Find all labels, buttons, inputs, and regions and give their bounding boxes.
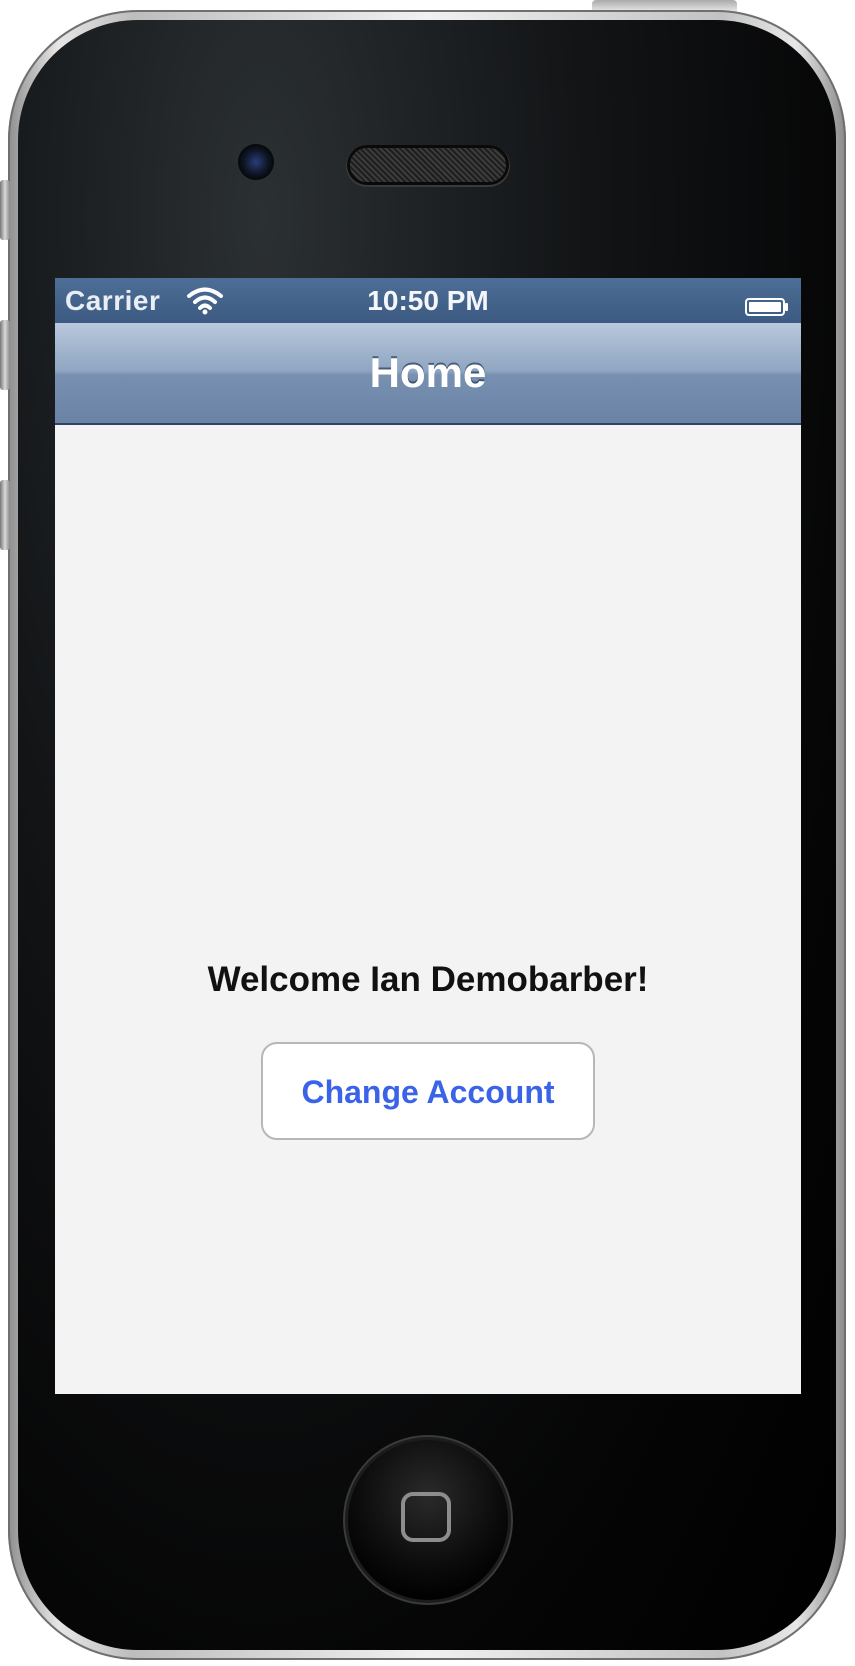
camera-icon [238,144,274,180]
navigation-bar: Home [55,323,801,425]
home-button[interactable] [348,1440,508,1600]
status-bar: Carrier 10:50 PM [55,278,801,323]
speaker-icon [350,148,506,182]
home-button-icon [401,1492,451,1542]
status-time: 10:50 PM [367,285,489,316]
page-title: Home [369,349,487,396]
simulator-stage: Carrier 10:50 PM Home Welcome Ian Demoba… [0,0,855,1666]
change-account-button[interactable]: Change Account [261,1042,595,1140]
volume-up-button[interactable] [0,320,10,390]
battery-icon [745,291,789,316]
main-content: Welcome Ian Demobarber! Change Account [55,425,801,1394]
welcome-message: Welcome Ian Demobarber! [207,960,649,999]
volume-down-button[interactable] [0,480,10,550]
mute-switch[interactable] [0,180,10,240]
device-screen: Carrier 10:50 PM Home Welcome Ian Demoba… [55,278,801,1394]
